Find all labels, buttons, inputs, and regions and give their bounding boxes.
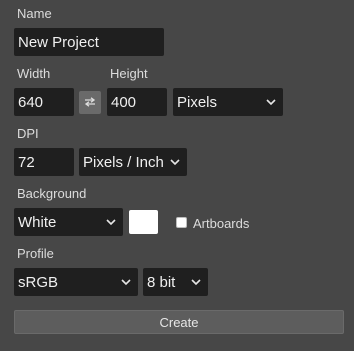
artboards-label: Artboards (193, 216, 250, 231)
size-unit-select[interactable]: Pixels (173, 88, 283, 116)
create-button-label: Create (159, 314, 199, 330)
name-input[interactable]: New Project (14, 28, 164, 56)
bit-depth-value: 8 bit (147, 273, 176, 291)
chevron-down-icon (265, 96, 277, 108)
chevron-down-icon (169, 156, 181, 168)
artboards-checkbox[interactable] (176, 217, 187, 228)
dpi-unit-value: Pixels / Inch (83, 153, 164, 171)
width-input[interactable]: 640 (14, 88, 74, 116)
background-label: Background (17, 186, 87, 201)
width-input-value: 640 (18, 93, 44, 111)
height-input[interactable]: 400 (107, 88, 167, 116)
profile-value: sRGB (18, 273, 59, 291)
swap-dimensions-button[interactable] (79, 91, 101, 114)
background-color-swatch[interactable] (129, 210, 158, 234)
bit-depth-select[interactable]: 8 bit (143, 268, 208, 296)
profile-select[interactable]: sRGB (14, 268, 138, 296)
background-value: White (18, 213, 57, 231)
chevron-down-icon (105, 216, 117, 228)
chevron-down-icon (120, 276, 132, 288)
swap-icon (84, 94, 96, 112)
background-select[interactable]: White (14, 208, 123, 236)
height-input-value: 400 (111, 93, 137, 111)
dpi-input-value: 72 (18, 153, 35, 171)
name-label: Name (17, 6, 52, 21)
dpi-label: DPI (17, 126, 39, 141)
name-input-value: New Project (18, 33, 99, 51)
profile-label: Profile (17, 246, 54, 261)
dpi-unit-select[interactable]: Pixels / Inch (79, 148, 187, 176)
create-button[interactable]: Create (14, 310, 344, 334)
height-label: Height (110, 66, 148, 81)
chevron-down-icon (190, 276, 202, 288)
size-unit-value: Pixels (177, 93, 218, 111)
dpi-input[interactable]: 72 (14, 148, 74, 176)
width-label: Width (17, 66, 51, 81)
